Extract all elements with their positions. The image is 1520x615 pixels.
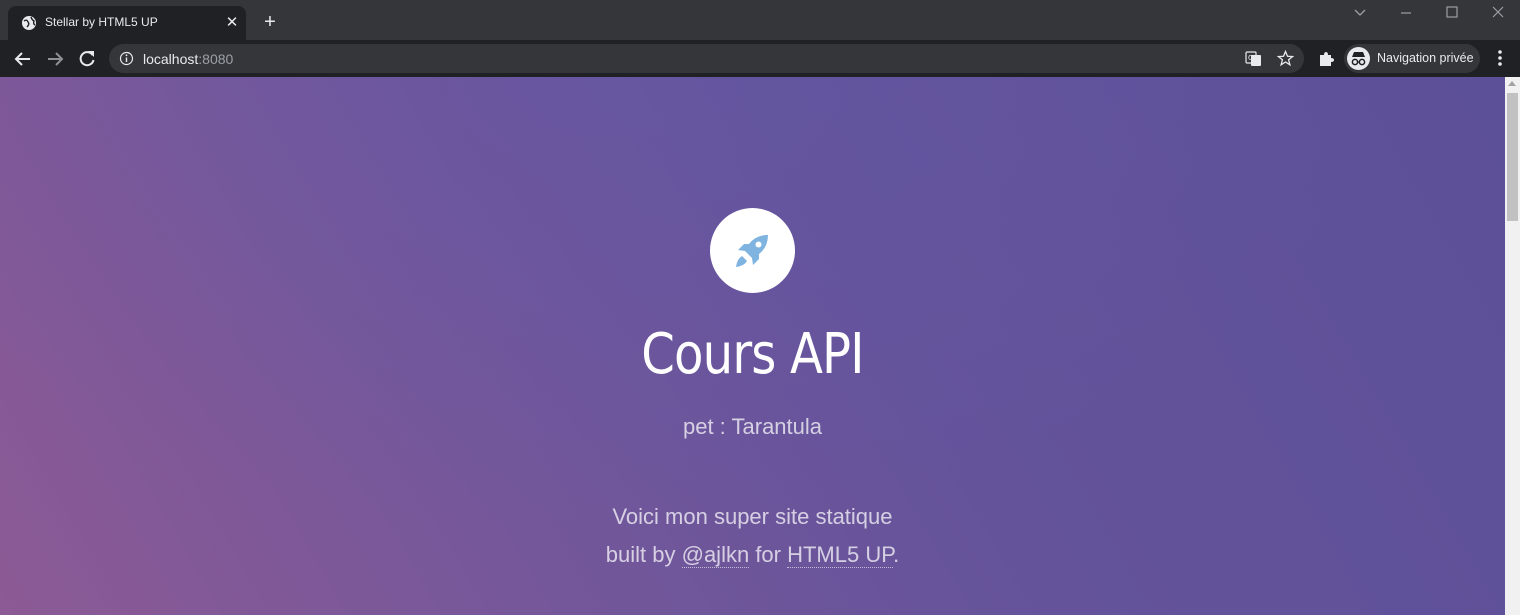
for-text: for: [749, 542, 788, 567]
vertical-scrollbar[interactable]: [1505, 77, 1520, 615]
page-viewport: Cours API pet : Tarantula Voici mon supe…: [0, 77, 1505, 615]
maximize-icon[interactable]: [1443, 4, 1461, 22]
svg-text:G: G: [1248, 54, 1253, 62]
incognito-label: Navigation privée: [1377, 51, 1474, 65]
tab-search-icon[interactable]: [1351, 4, 1369, 22]
description-line2: built by @ajlkn for HTML5 UP.: [0, 536, 1505, 574]
tab-stellar[interactable]: Stellar by HTML5 UP ✕: [8, 6, 246, 40]
globe-icon: [22, 16, 36, 30]
address-bar[interactable]: localhost:8080 G: [109, 44, 1304, 73]
url-text: localhost:8080: [143, 51, 233, 67]
url-host: localhost: [143, 51, 199, 67]
tab-strip: Stellar by HTML5 UP ✕ +: [0, 0, 1520, 40]
info-icon[interactable]: [119, 51, 134, 66]
tab-title: Stellar by HTML5 UP: [45, 15, 158, 29]
back-arrow-icon[interactable]: [12, 48, 34, 70]
html5up-link[interactable]: HTML5 UP: [787, 542, 894, 568]
more-vert-icon[interactable]: [1490, 48, 1510, 68]
page-subtitle: pet : Tarantula: [682, 414, 823, 439]
translate-icon[interactable]: G: [1245, 50, 1262, 67]
minimize-icon[interactable]: [1397, 4, 1415, 22]
period-text: .: [893, 542, 900, 567]
forward-arrow-icon[interactable]: [44, 48, 66, 70]
close-icon[interactable]: ✕: [224, 15, 240, 31]
close-window-icon[interactable]: [1489, 4, 1507, 22]
logo-circle: [710, 208, 795, 293]
new-tab-button[interactable]: +: [260, 12, 280, 32]
page-description: Voici mon super site statique built by @…: [0, 498, 1505, 574]
reload-icon[interactable]: [76, 48, 98, 70]
bookmark-star-icon[interactable]: [1277, 50, 1294, 67]
header: Cours API pet : Tarantula Voici mon supe…: [0, 77, 1505, 615]
scrollbar-thumb[interactable]: [1507, 93, 1518, 221]
extensions-puzzle-icon[interactable]: [1316, 49, 1336, 69]
built-by-text: built by: [605, 542, 682, 567]
url-port: :8080: [198, 51, 234, 67]
incognito-profile-button[interactable]: Navigation privée: [1344, 44, 1480, 73]
incognito-icon: [1347, 47, 1370, 70]
page-title: Cours API: [641, 322, 864, 387]
browser-toolbar: localhost:8080 G Navigation privée: [0, 40, 1520, 77]
description-line1: Voici mon super site statique: [612, 504, 893, 529]
scroll-up-arrow-icon[interactable]: [1508, 81, 1516, 86]
rocket-icon: [736, 235, 768, 267]
author-link[interactable]: @ajlkn: [681, 542, 750, 568]
